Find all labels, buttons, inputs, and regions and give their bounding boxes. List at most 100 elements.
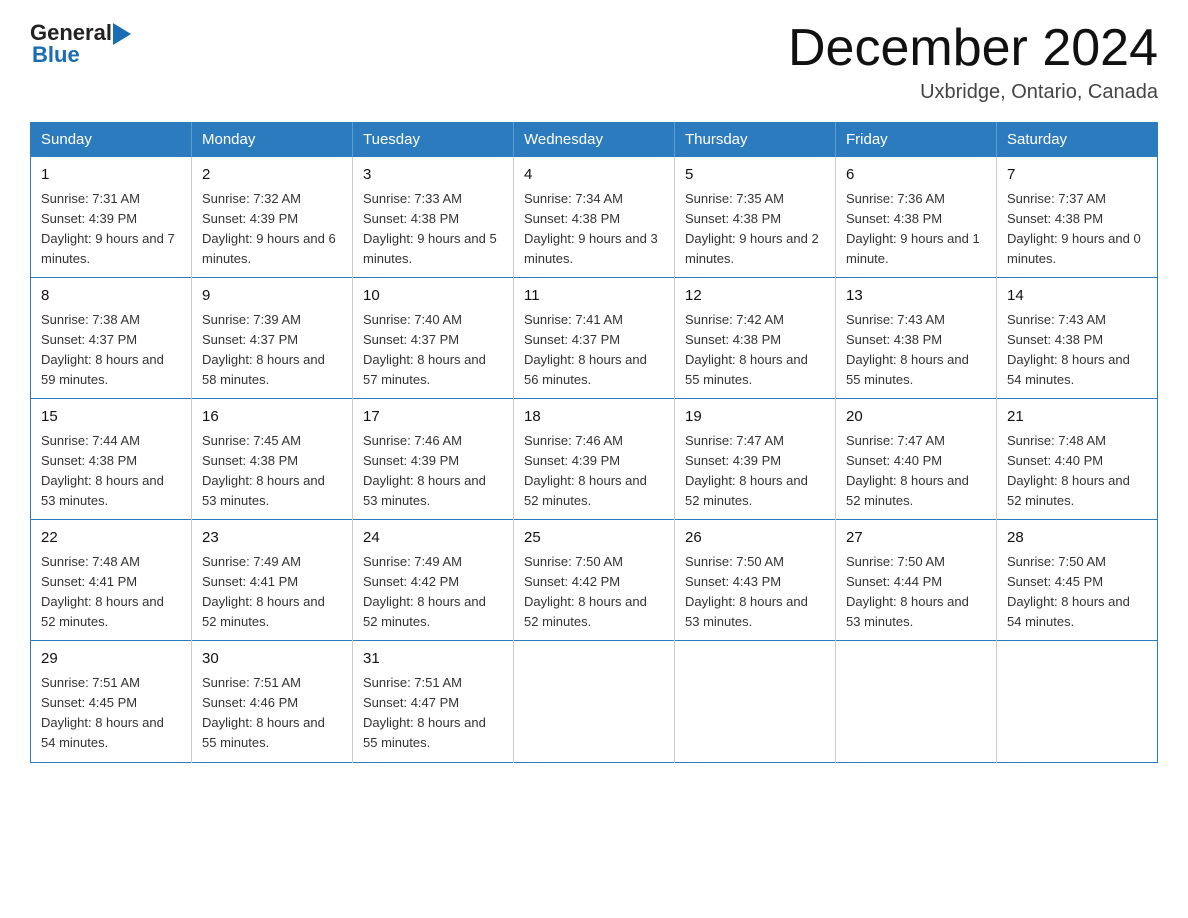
calendar-week-row: 29 Sunrise: 7:51 AMSunset: 4:45 PMDaylig… bbox=[31, 641, 1158, 762]
calendar-day-cell: 8 Sunrise: 7:38 AMSunset: 4:37 PMDayligh… bbox=[31, 278, 192, 399]
day-number: 13 bbox=[846, 285, 986, 308]
calendar-day-cell: 9 Sunrise: 7:39 AMSunset: 4:37 PMDayligh… bbox=[192, 278, 353, 399]
day-number: 10 bbox=[363, 285, 503, 308]
day-info: Sunrise: 7:45 AMSunset: 4:38 PMDaylight:… bbox=[202, 433, 325, 508]
day-info: Sunrise: 7:31 AMSunset: 4:39 PMDaylight:… bbox=[41, 191, 175, 266]
calendar-day-cell: 28 Sunrise: 7:50 AMSunset: 4:45 PMDaylig… bbox=[997, 520, 1158, 641]
day-info: Sunrise: 7:50 AMSunset: 4:44 PMDaylight:… bbox=[846, 554, 969, 629]
calendar-day-cell: 5 Sunrise: 7:35 AMSunset: 4:38 PMDayligh… bbox=[675, 157, 836, 278]
day-number: 20 bbox=[846, 406, 986, 429]
day-of-week-header: Tuesday bbox=[353, 123, 514, 157]
day-number: 12 bbox=[685, 285, 825, 308]
day-info: Sunrise: 7:51 AMSunset: 4:47 PMDaylight:… bbox=[363, 675, 486, 750]
calendar-day-cell: 10 Sunrise: 7:40 AMSunset: 4:37 PMDaylig… bbox=[353, 278, 514, 399]
calendar-day-cell: 17 Sunrise: 7:46 AMSunset: 4:39 PMDaylig… bbox=[353, 399, 514, 520]
day-number: 27 bbox=[846, 527, 986, 550]
day-number: 22 bbox=[41, 527, 181, 550]
page-title: December 2024 bbox=[788, 20, 1158, 77]
day-number: 17 bbox=[363, 406, 503, 429]
day-of-week-header: Thursday bbox=[675, 123, 836, 157]
day-info: Sunrise: 7:49 AMSunset: 4:42 PMDaylight:… bbox=[363, 554, 486, 629]
day-info: Sunrise: 7:46 AMSunset: 4:39 PMDaylight:… bbox=[363, 433, 486, 508]
day-number: 8 bbox=[41, 285, 181, 308]
day-info: Sunrise: 7:43 AMSunset: 4:38 PMDaylight:… bbox=[846, 312, 969, 387]
calendar-day-cell: 20 Sunrise: 7:47 AMSunset: 4:40 PMDaylig… bbox=[836, 399, 997, 520]
day-of-week-header: Saturday bbox=[997, 123, 1158, 157]
calendar-day-cell bbox=[836, 641, 997, 762]
logo-blue: Blue bbox=[32, 42, 80, 68]
day-info: Sunrise: 7:51 AMSunset: 4:46 PMDaylight:… bbox=[202, 675, 325, 750]
day-info: Sunrise: 7:47 AMSunset: 4:39 PMDaylight:… bbox=[685, 433, 808, 508]
calendar-day-cell: 24 Sunrise: 7:49 AMSunset: 4:42 PMDaylig… bbox=[353, 520, 514, 641]
calendar-day-cell: 14 Sunrise: 7:43 AMSunset: 4:38 PMDaylig… bbox=[997, 278, 1158, 399]
logo: General Blue bbox=[30, 20, 131, 68]
calendar-day-cell: 2 Sunrise: 7:32 AMSunset: 4:39 PMDayligh… bbox=[192, 157, 353, 278]
day-info: Sunrise: 7:47 AMSunset: 4:40 PMDaylight:… bbox=[846, 433, 969, 508]
day-number: 4 bbox=[524, 164, 664, 187]
calendar-day-cell: 3 Sunrise: 7:33 AMSunset: 4:38 PMDayligh… bbox=[353, 157, 514, 278]
day-number: 15 bbox=[41, 406, 181, 429]
calendar-day-cell: 21 Sunrise: 7:48 AMSunset: 4:40 PMDaylig… bbox=[997, 399, 1158, 520]
day-info: Sunrise: 7:48 AMSunset: 4:40 PMDaylight:… bbox=[1007, 433, 1130, 508]
calendar-day-cell: 25 Sunrise: 7:50 AMSunset: 4:42 PMDaylig… bbox=[514, 520, 675, 641]
calendar-week-row: 1 Sunrise: 7:31 AMSunset: 4:39 PMDayligh… bbox=[31, 157, 1158, 278]
day-number: 3 bbox=[363, 164, 503, 187]
calendar-week-row: 15 Sunrise: 7:44 AMSunset: 4:38 PMDaylig… bbox=[31, 399, 1158, 520]
day-info: Sunrise: 7:39 AMSunset: 4:37 PMDaylight:… bbox=[202, 312, 325, 387]
calendar-day-cell: 31 Sunrise: 7:51 AMSunset: 4:47 PMDaylig… bbox=[353, 641, 514, 762]
day-number: 21 bbox=[1007, 406, 1147, 429]
day-of-week-header: Wednesday bbox=[514, 123, 675, 157]
day-number: 24 bbox=[363, 527, 503, 550]
calendar-table: SundayMondayTuesdayWednesdayThursdayFrid… bbox=[30, 122, 1158, 762]
day-info: Sunrise: 7:42 AMSunset: 4:38 PMDaylight:… bbox=[685, 312, 808, 387]
calendar-day-cell: 23 Sunrise: 7:49 AMSunset: 4:41 PMDaylig… bbox=[192, 520, 353, 641]
day-info: Sunrise: 7:50 AMSunset: 4:42 PMDaylight:… bbox=[524, 554, 647, 629]
day-info: Sunrise: 7:37 AMSunset: 4:38 PMDaylight:… bbox=[1007, 191, 1141, 266]
day-info: Sunrise: 7:33 AMSunset: 4:38 PMDaylight:… bbox=[363, 191, 497, 266]
calendar-header-row: SundayMondayTuesdayWednesdayThursdayFrid… bbox=[31, 123, 1158, 157]
day-number: 6 bbox=[846, 164, 986, 187]
calendar-day-cell: 4 Sunrise: 7:34 AMSunset: 4:38 PMDayligh… bbox=[514, 157, 675, 278]
day-number: 9 bbox=[202, 285, 342, 308]
day-of-week-header: Friday bbox=[836, 123, 997, 157]
day-number: 31 bbox=[363, 648, 503, 671]
day-number: 28 bbox=[1007, 527, 1147, 550]
calendar-week-row: 22 Sunrise: 7:48 AMSunset: 4:41 PMDaylig… bbox=[31, 520, 1158, 641]
day-info: Sunrise: 7:36 AMSunset: 4:38 PMDaylight:… bbox=[846, 191, 980, 266]
day-info: Sunrise: 7:40 AMSunset: 4:37 PMDaylight:… bbox=[363, 312, 486, 387]
calendar-day-cell: 6 Sunrise: 7:36 AMSunset: 4:38 PMDayligh… bbox=[836, 157, 997, 278]
calendar-day-cell: 13 Sunrise: 7:43 AMSunset: 4:38 PMDaylig… bbox=[836, 278, 997, 399]
calendar-week-row: 8 Sunrise: 7:38 AMSunset: 4:37 PMDayligh… bbox=[31, 278, 1158, 399]
day-of-week-header: Sunday bbox=[31, 123, 192, 157]
day-number: 18 bbox=[524, 406, 664, 429]
calendar-day-cell bbox=[514, 641, 675, 762]
logo-arrow-icon bbox=[113, 23, 131, 45]
calendar-day-cell: 30 Sunrise: 7:51 AMSunset: 4:46 PMDaylig… bbox=[192, 641, 353, 762]
page-header: General Blue December 2024 Uxbridge, Ont… bbox=[30, 20, 1158, 104]
day-info: Sunrise: 7:46 AMSunset: 4:39 PMDaylight:… bbox=[524, 433, 647, 508]
calendar-day-cell: 7 Sunrise: 7:37 AMSunset: 4:38 PMDayligh… bbox=[997, 157, 1158, 278]
day-info: Sunrise: 7:35 AMSunset: 4:38 PMDaylight:… bbox=[685, 191, 819, 266]
day-number: 1 bbox=[41, 164, 181, 187]
day-number: 30 bbox=[202, 648, 342, 671]
day-info: Sunrise: 7:32 AMSunset: 4:39 PMDaylight:… bbox=[202, 191, 336, 266]
day-info: Sunrise: 7:49 AMSunset: 4:41 PMDaylight:… bbox=[202, 554, 325, 629]
day-info: Sunrise: 7:50 AMSunset: 4:43 PMDaylight:… bbox=[685, 554, 808, 629]
day-number: 11 bbox=[524, 285, 664, 308]
day-number: 25 bbox=[524, 527, 664, 550]
day-info: Sunrise: 7:41 AMSunset: 4:37 PMDaylight:… bbox=[524, 312, 647, 387]
calendar-day-cell: 29 Sunrise: 7:51 AMSunset: 4:45 PMDaylig… bbox=[31, 641, 192, 762]
day-number: 19 bbox=[685, 406, 825, 429]
subtitle: Uxbridge, Ontario, Canada bbox=[788, 81, 1158, 104]
calendar-day-cell: 22 Sunrise: 7:48 AMSunset: 4:41 PMDaylig… bbox=[31, 520, 192, 641]
day-info: Sunrise: 7:38 AMSunset: 4:37 PMDaylight:… bbox=[41, 312, 164, 387]
day-info: Sunrise: 7:50 AMSunset: 4:45 PMDaylight:… bbox=[1007, 554, 1130, 629]
day-number: 26 bbox=[685, 527, 825, 550]
calendar-day-cell: 12 Sunrise: 7:42 AMSunset: 4:38 PMDaylig… bbox=[675, 278, 836, 399]
calendar-day-cell: 19 Sunrise: 7:47 AMSunset: 4:39 PMDaylig… bbox=[675, 399, 836, 520]
day-number: 16 bbox=[202, 406, 342, 429]
calendar-day-cell: 11 Sunrise: 7:41 AMSunset: 4:37 PMDaylig… bbox=[514, 278, 675, 399]
calendar-day-cell bbox=[997, 641, 1158, 762]
calendar-day-cell: 16 Sunrise: 7:45 AMSunset: 4:38 PMDaylig… bbox=[192, 399, 353, 520]
calendar-day-cell: 15 Sunrise: 7:44 AMSunset: 4:38 PMDaylig… bbox=[31, 399, 192, 520]
